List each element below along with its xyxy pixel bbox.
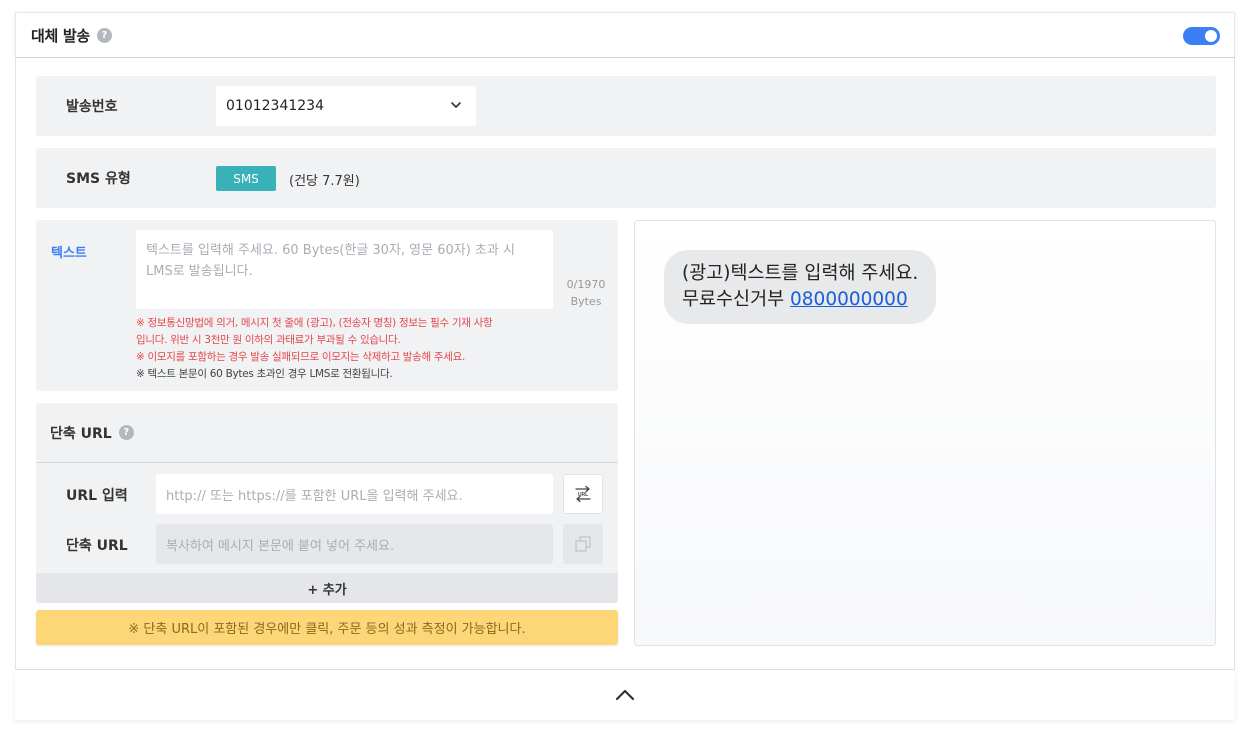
message-textarea[interactable]: 텍스트를 입력해 주세요. 60 Bytes(한글 30자, 영문 60자) 초… xyxy=(136,230,553,309)
fallback-toggle[interactable] xyxy=(1183,27,1220,45)
url-input[interactable]: http:// 또는 https://를 포함한 URL을 입력해 주세요. xyxy=(156,474,553,514)
copy-button[interactable] xyxy=(563,524,603,564)
preview-optout-text: 무료수신거부 xyxy=(682,289,791,310)
url-convert-button[interactable]: URL xyxy=(563,474,603,514)
url-convert-icon: URL xyxy=(575,485,591,503)
url-input-label: URL 입력 xyxy=(66,488,128,504)
textarea-placeholder-line1: 텍스트를 입력해 주세요. 60 Bytes(한글 30자, 영문 60자) 초… xyxy=(146,243,515,258)
fallback-panel: 발송번호 01012341234 SMS 유형 SMS (건당 7.7원) 텍스… xyxy=(15,58,1235,670)
text-section: 텍스트 텍스트를 입력해 주세요. 60 Bytes(한글 30자, 영문 60… xyxy=(36,220,618,391)
short-url-header: 단축 URL ? xyxy=(36,403,618,463)
short-url-title: 단축 URL xyxy=(50,425,112,442)
byte-unit: Bytes xyxy=(570,295,602,308)
optout-number-link[interactable]: 0800000000 xyxy=(790,289,908,310)
message-preview: (광고)텍스트를 입력해 주세요. 무료수신거부 0800000000 xyxy=(634,220,1216,646)
textarea-placeholder-line2: LMS로 발송됩니다. xyxy=(146,264,253,279)
chevron-up-icon[interactable] xyxy=(614,688,636,702)
byte-counter: 0/1970 Bytes xyxy=(560,276,612,310)
preview-line2: 무료수신거부 0800000000 xyxy=(682,287,918,313)
preview-line1: (광고)텍스트를 입력해 주세요. xyxy=(682,263,919,284)
short-url-section: 단축 URL ? URL 입력 http:// 또는 https://를 포함한… xyxy=(36,403,618,603)
section-title: 대체 발송 xyxy=(31,26,90,45)
info-banner: ※ 단축 URL이 포함된 경우에만 클릭, 주문 등의 성과 측정이 가능합니… xyxy=(36,610,618,645)
byte-count: 0/1970 xyxy=(566,278,606,291)
short-url-output: 복사하여 메시지 본문에 붙여 넣어 주세요. xyxy=(156,524,553,564)
notice-lms: ※ 텍스트 본문이 60 Bytes 초과인 경우 LMS로 전환됩니다. xyxy=(136,368,393,380)
sender-number-select[interactable]: 01012341234 xyxy=(216,86,476,126)
notice-ad-rule-line2: 입니다. 위반 시 3천만 원 이하의 과태료가 부과될 수 있습니다. xyxy=(136,334,401,346)
svg-text:URL: URL xyxy=(578,492,588,498)
notice-emoji: ※ 이모지를 포함하는 경우 발송 실패되므로 이모지는 삭제하고 발송해 주세… xyxy=(136,351,466,363)
collapse-bar[interactable] xyxy=(15,670,1235,720)
toggle-knob xyxy=(1205,30,1217,42)
sms-price: (건당 7.7원) xyxy=(289,174,360,189)
help-icon[interactable]: ? xyxy=(118,425,134,440)
sms-type-badge: SMS xyxy=(216,166,276,191)
notice-ad-rule-line1: ※ 정보통신망법에 의거, 메시지 첫 줄에 (광고), (전송자 명칭) 정보… xyxy=(136,317,493,329)
add-url-button[interactable]: + 추가 xyxy=(36,573,618,603)
sender-number-value: 01012341234 xyxy=(226,98,324,114)
short-url-placeholder: 복사하여 메시지 본문에 붙여 넣어 주세요. xyxy=(166,538,395,554)
section-header: 대체 발송 ? xyxy=(15,12,1235,58)
text-label: 텍스트 xyxy=(51,246,87,261)
sender-number-label: 발송번호 xyxy=(66,99,118,115)
help-icon[interactable]: ? xyxy=(96,27,112,43)
sms-type-row: SMS 유형 SMS (건당 7.7원) xyxy=(36,148,1216,208)
sms-type-label: SMS 유형 xyxy=(66,171,131,187)
preview-bubble: (광고)텍스트를 입력해 주세요. 무료수신거부 0800000000 xyxy=(664,250,937,324)
url-input-placeholder: http:// 또는 https://를 포함한 URL을 입력해 주세요. xyxy=(166,488,463,504)
notice-list: ※ 정보통신망법에 의거, 메시지 첫 줄에 (광고), (전송자 명칭) 정보… xyxy=(136,315,556,383)
chevron-down-icon xyxy=(451,102,461,108)
short-url-label: 단축 URL xyxy=(66,538,128,554)
copy-icon xyxy=(575,536,591,552)
sender-number-row: 발송번호 01012341234 xyxy=(36,76,1216,136)
